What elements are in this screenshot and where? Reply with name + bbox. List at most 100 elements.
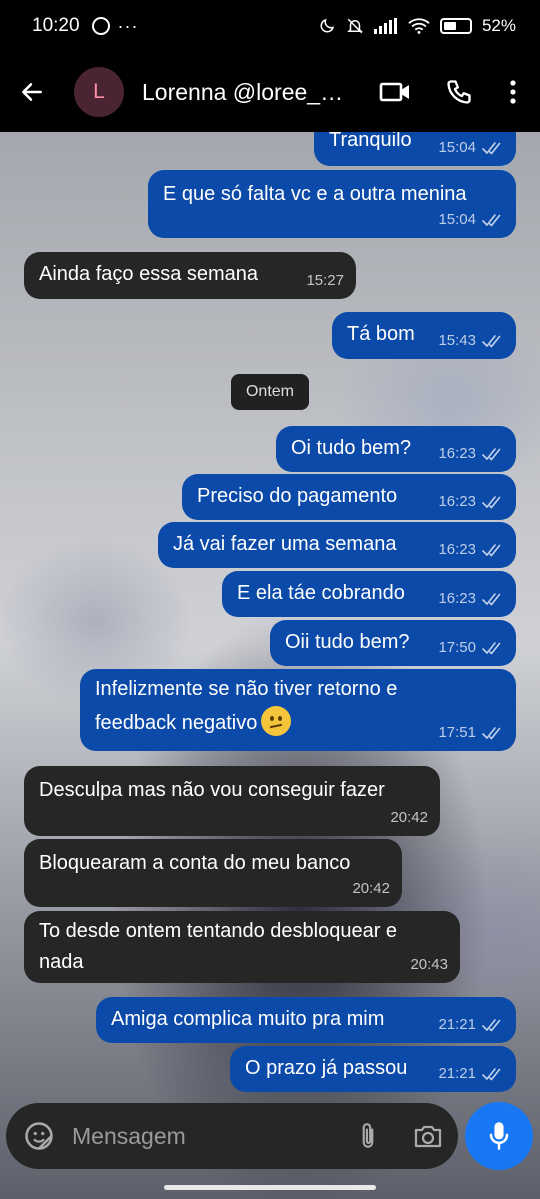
message-text: feedback negativo [95,706,292,738]
back-button[interactable] [0,52,64,132]
sticker-icon [25,1122,53,1150]
sticker-button[interactable] [6,1103,72,1169]
outgoing-message[interactable]: E ela táe cobrando 16:23 [222,571,516,617]
message-text: Oi tudo bem? [291,437,412,459]
wifi-icon [408,18,430,34]
message-time: 20:43 [410,956,448,974]
kebab-menu-icon [510,80,516,104]
message-text: E ela táe cobrando [237,582,405,604]
status-bar: 10:20 ··· 52% [0,0,540,52]
more-options-button[interactable] [491,52,535,132]
message-time: 20:42 [390,809,428,827]
message-time: 15:04 [438,211,476,229]
message-time: 21:21 [438,1016,476,1034]
double-check-icon [482,544,501,557]
moon-icon [320,18,335,33]
double-check-icon [482,593,501,606]
message-time: 20:42 [352,880,390,898]
double-check-icon [482,496,501,509]
message-meta: 16:23 [438,588,504,610]
double-check-icon [482,448,501,461]
status-time: 10:20 [32,15,80,36]
message-time: 15:27 [306,272,344,290]
outgoing-message[interactable]: Oi tudo bem? 16:23 [276,426,516,472]
message-meta: 15:04 [438,209,504,231]
incoming-message[interactable]: Bloquearam a conta do meu banco 20:42 [24,839,402,907]
outgoing-message[interactable]: Oii tudo bem? 17:50 [270,620,516,666]
double-check-icon [482,214,501,227]
message-time: 16:23 [438,590,476,608]
gesture-nav-handle [164,1185,376,1190]
incoming-message[interactable]: To desde ontem tentando desbloquear e nad… [24,911,460,983]
message-input[interactable]: Mensagem [72,1123,338,1150]
camera-icon [414,1125,442,1148]
outgoing-message[interactable]: Amiga complica muito pra mim 21:21 [96,997,516,1043]
paperclip-icon [362,1123,374,1148]
incoming-message[interactable]: Ainda faço essa semana 15:27 [24,252,356,299]
attach-button[interactable] [338,1103,398,1169]
message-text: E que só falta vc e a outra menina [163,183,467,205]
outgoing-message[interactable]: E que só falta vc e a outra menina 15:04 [148,170,516,238]
outgoing-message[interactable]: Já vai fazer uma semana 16:23 [158,522,516,568]
message-time: 17:50 [438,639,476,657]
message-text: Amiga complica muito pra mim [111,1008,385,1030]
message-meta: 20:43 [410,954,448,976]
double-check-icon [482,642,501,655]
double-check-icon [482,335,501,348]
outgoing-message[interactable]: Tranquilo 15:04 [314,132,516,166]
date-separator: Ontem [231,374,309,410]
message-text: Oii tudo bem? [285,631,410,653]
message-time: 15:04 [438,139,476,157]
camera-button[interactable] [398,1103,458,1169]
video-call-button[interactable] [363,52,427,132]
contact-name[interactable]: Lorenna @loree_y... [142,79,347,106]
arrow-left-icon [22,83,42,101]
bell-muted-icon [347,18,363,34]
outgoing-message[interactable]: Tá bom 15:43 [332,312,516,359]
message-meta: 20:42 [352,878,390,900]
message-text: Já vai fazer uma semana [173,533,397,555]
message-composer[interactable]: Mensagem [6,1103,458,1169]
battery-icon [439,18,472,34]
message-meta: 15:04 [438,137,504,159]
message-text: O prazo já passou [245,1057,408,1079]
message-text: To desde ontem tentando desbloquear e [39,920,398,942]
phone-icon [447,80,471,104]
message-meta: 15:27 [306,270,344,292]
message-meta: 16:23 [438,443,504,465]
message-text: Tranquilo [329,132,412,151]
microphone-icon [489,1122,509,1150]
chat-area[interactable]: Ontem Tranquilo 15:04 E que só falta vc e … [0,132,540,1199]
avatar[interactable]: L [74,67,124,117]
confused-face-icon [261,706,292,736]
message-time: 16:23 [438,445,476,463]
double-check-icon [482,1068,501,1081]
message-meta: 15:43 [438,330,504,352]
more-notifications-icon: ··· [117,15,139,36]
message-text: Bloquearam a conta do meu banco [39,852,351,874]
message-meta: 21:21 [438,1014,504,1036]
outgoing-message[interactable]: Preciso do pagamento 16:23 [182,474,516,520]
message-time: 16:23 [438,541,476,559]
double-check-icon [482,727,501,740]
message-meta: 16:23 [438,491,504,513]
outgoing-message[interactable]: O prazo já passou 21:21 [230,1046,516,1092]
message-meta: 17:51 [438,722,504,744]
message-meta: 21:21 [438,1063,504,1085]
double-check-icon [482,1019,501,1032]
battery-percent: 52% [481,16,516,35]
message-time: 21:21 [438,1065,476,1083]
message-text: Tá bom [347,323,415,345]
voice-call-button[interactable] [427,52,491,132]
signal-icon [373,18,397,34]
message-text: Preciso do pagamento [197,485,398,507]
message-text: Infelizmente se não tiver retorno e [95,678,398,700]
outgoing-message[interactable]: Infelizmente se não tiver retorno e feedb… [80,669,516,751]
message-meta: 16:23 [438,539,504,561]
voice-message-button[interactable] [465,1102,533,1170]
message-time: 16:23 [438,493,476,511]
chat-header: L Lorenna @loree_y... [0,52,540,132]
message-meta: 17:50 [438,637,504,659]
incoming-message[interactable]: Desculpa mas não vou conseguir fazer 20:4… [24,766,440,836]
message-text: nada [39,951,84,973]
